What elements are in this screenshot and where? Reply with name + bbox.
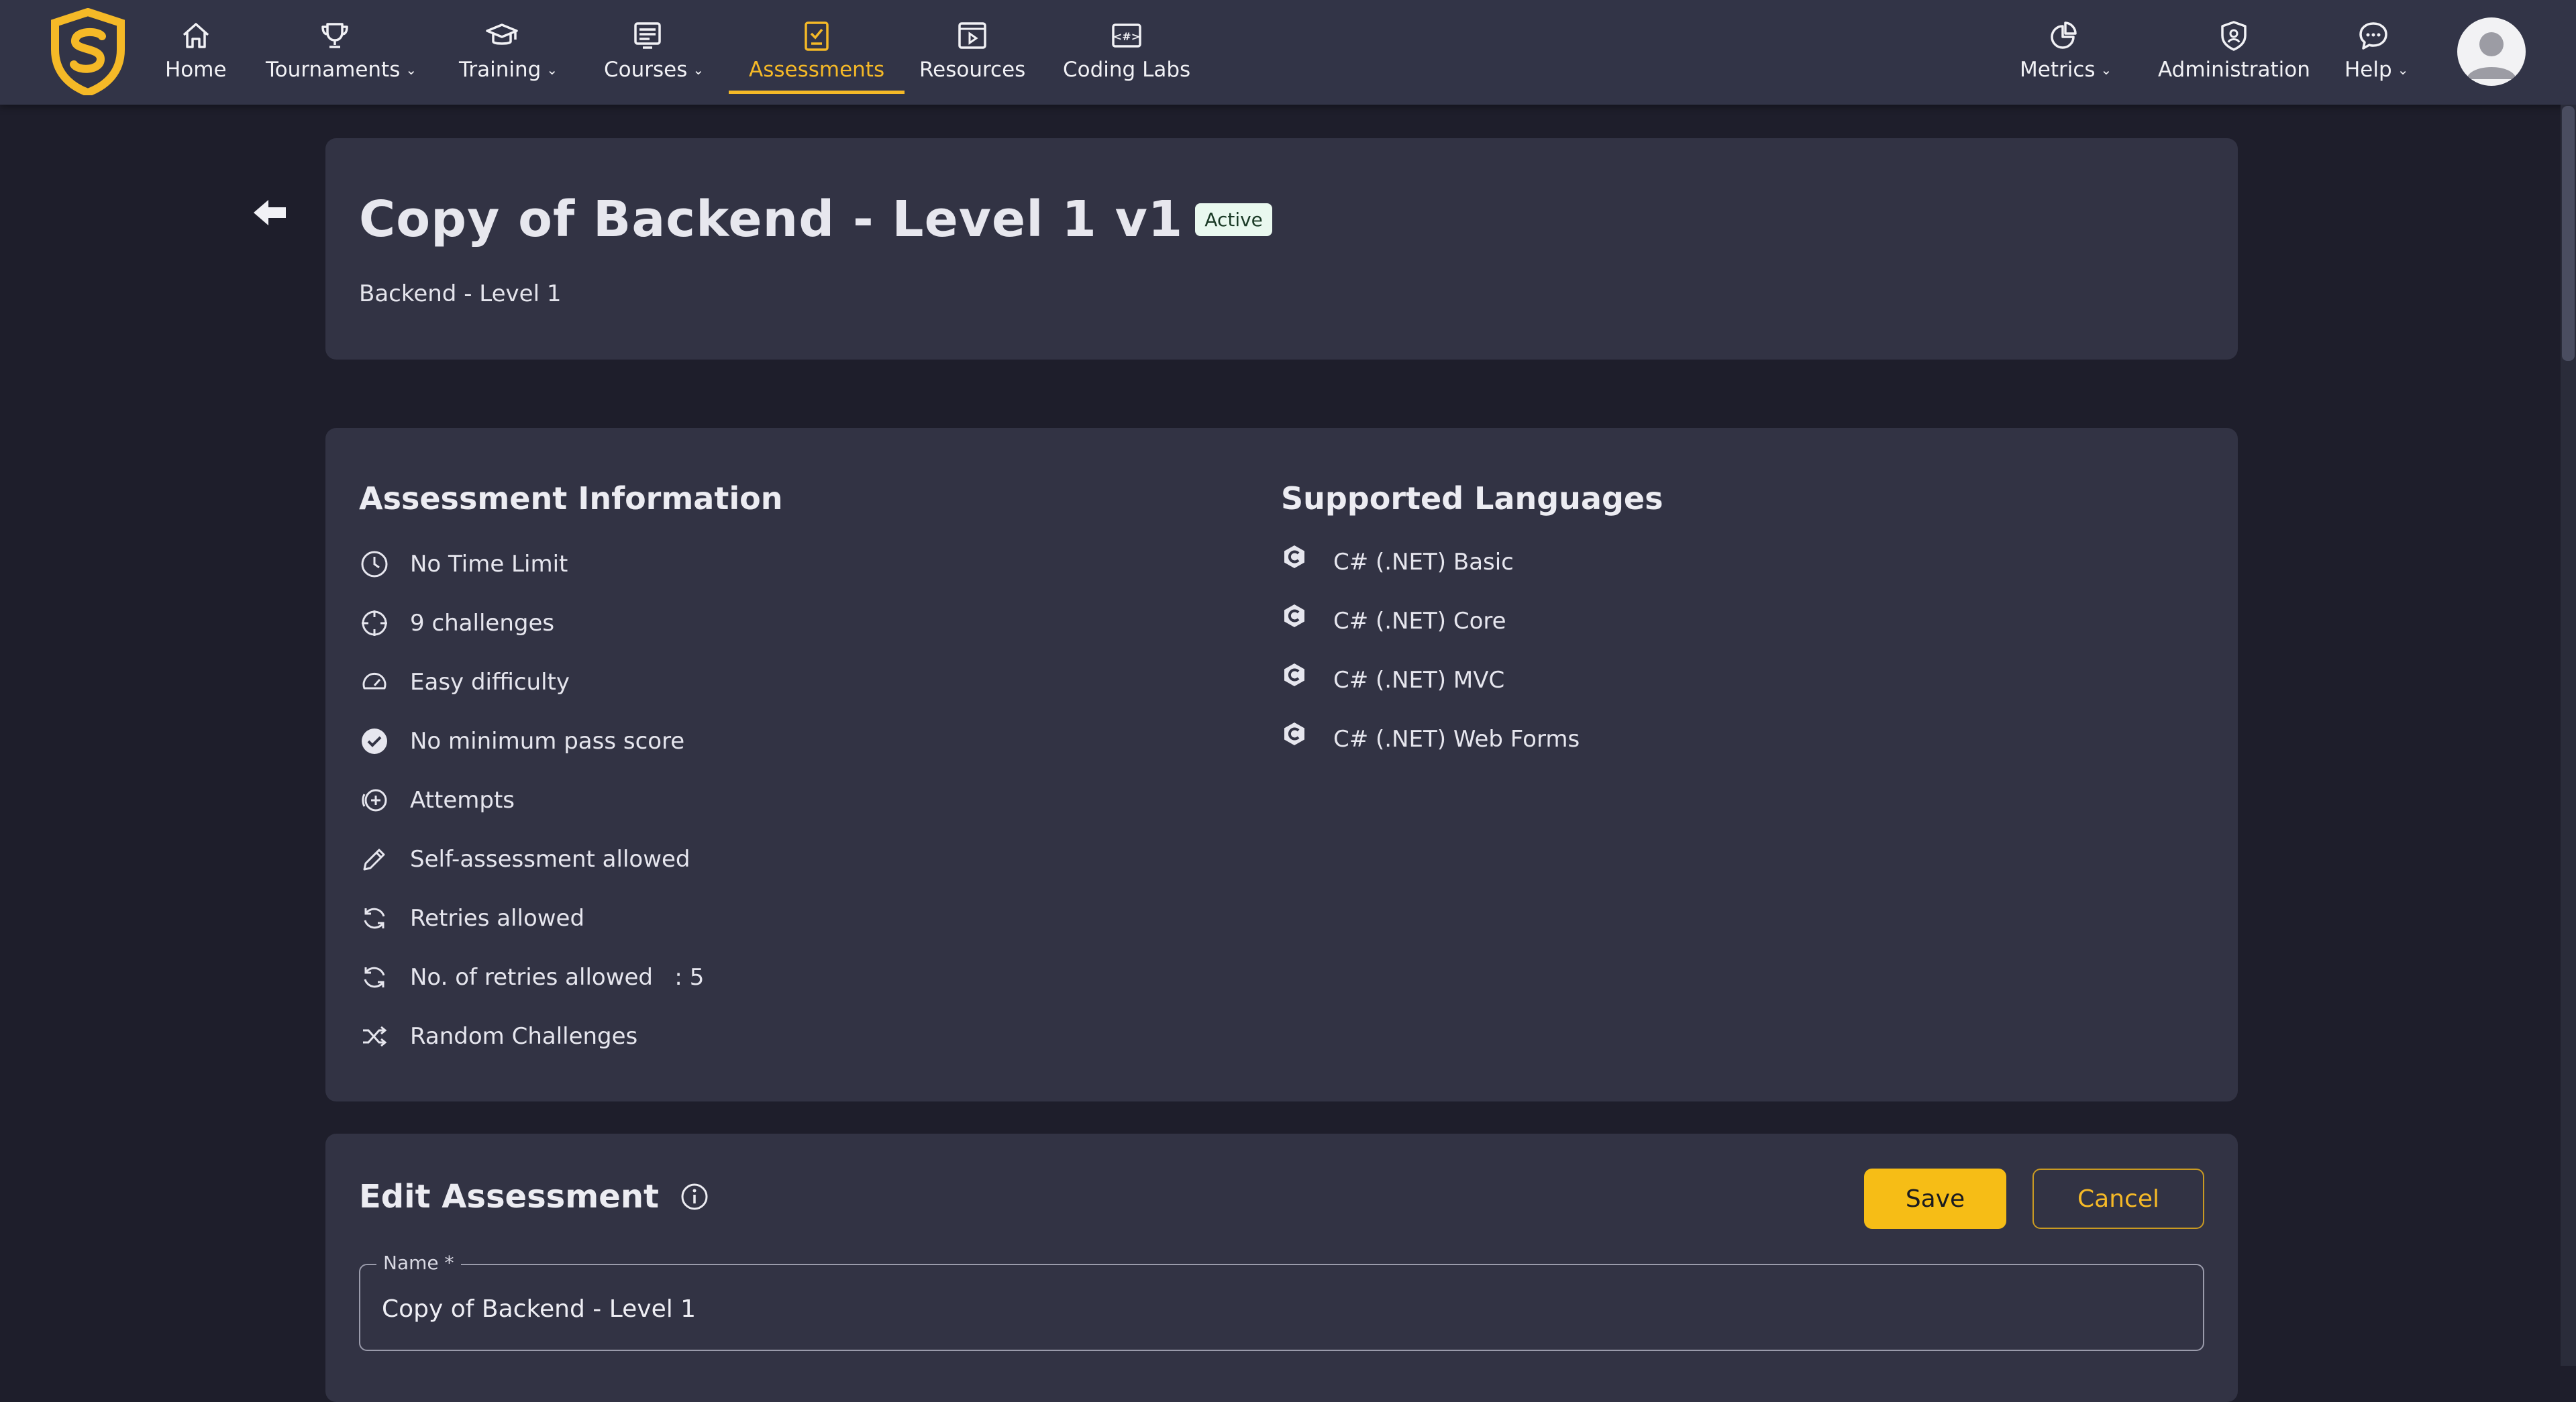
attempts-icon — [359, 785, 390, 816]
code-lab-icon: <#> — [1109, 17, 1145, 54]
svg-text:<#>: <#> — [1113, 30, 1140, 43]
info-challenges-text: 9 challenges — [410, 610, 555, 637]
nav-administration-label: Administration — [2158, 58, 2310, 82]
language-item: C# (.NET) MVC — [1281, 663, 1505, 694]
assessment-info-card: Assessment Information No Time Limit 9 c… — [325, 428, 2238, 1101]
trophy-icon — [317, 17, 353, 54]
refresh-icon — [359, 962, 390, 993]
edit-assessment-title-row: Edit Assessment — [359, 1178, 710, 1216]
edit-assessment-card: Edit Assessment Save Cancel Name * — [325, 1134, 2238, 1402]
logo-shield-icon[interactable] — [48, 7, 127, 97]
nav-assessments[interactable]: Assessments — [729, 17, 905, 94]
status-badge: Active — [1195, 203, 1272, 236]
home-icon — [178, 17, 214, 54]
supported-languages-title: Supported Languages — [1281, 480, 1663, 517]
nav-coding-labs[interactable]: <#> Coding Labs — [1063, 17, 1190, 94]
info-retry-count-text: No. of retries allowed : 5 — [410, 964, 705, 991]
info-time-limit: No Time Limit — [359, 549, 568, 580]
name-field: Name * — [359, 1252, 2204, 1351]
admin-shield-icon — [2216, 17, 2252, 54]
nav-courses[interactable]: Courses ⌄ — [604, 17, 704, 94]
csharp-icon — [1281, 543, 1308, 570]
nav-courses-label: Courses — [604, 58, 688, 82]
save-button[interactable]: Save — [1864, 1169, 2006, 1229]
nav-training[interactable]: Training ⌄ — [459, 17, 558, 94]
info-icon[interactable] — [679, 1181, 710, 1212]
info-attempts-text: Attempts — [410, 787, 515, 814]
nav-tournaments-label: Tournaments — [266, 58, 401, 82]
csharp-icon — [1281, 720, 1308, 747]
top-navbar: Home Tournaments ⌄ Training ⌄ Courses ⌄ Ass… — [0, 0, 2576, 105]
user-avatar[interactable] — [2457, 17, 2526, 86]
language-item: C# (.NET) Basic — [1281, 545, 1514, 576]
nav-home[interactable]: Home — [165, 17, 227, 94]
courses-icon — [629, 17, 666, 54]
name-input[interactable] — [382, 1292, 2180, 1326]
csharp-icon — [1281, 602, 1308, 629]
edit-assessment-title: Edit Assessment — [359, 1178, 659, 1216]
info-attempts: Attempts — [359, 785, 515, 816]
info-difficulty-text: Easy difficulty — [410, 669, 570, 696]
graduation-cap-icon — [484, 17, 520, 54]
nav-resources-label: Resources — [919, 58, 1026, 82]
nav-metrics[interactable]: Metrics ⌄ — [2020, 17, 2112, 94]
language-item-label: C# (.NET) MVC — [1333, 667, 1505, 694]
refresh-icon — [359, 903, 390, 934]
info-time-limit-text: No Time Limit — [410, 551, 568, 578]
language-item-label: C# (.NET) Basic — [1333, 549, 1514, 576]
nav-help[interactable]: Help ⌄ — [2345, 17, 2408, 94]
assessment-header-card: Copy of Backend - Level 1 v1 Active Back… — [325, 138, 2238, 360]
video-play-icon — [954, 17, 990, 54]
speedometer-icon — [359, 667, 390, 698]
language-item-label: C# (.NET) Core — [1333, 608, 1506, 635]
nav-resources[interactable]: Resources — [919, 17, 1025, 94]
assessment-info-title: Assessment Information — [359, 480, 783, 517]
pencil-icon — [359, 844, 390, 875]
nav-assessments-label: Assessments — [749, 58, 885, 82]
nav-training-label: Training — [459, 58, 542, 82]
info-self-assessment: Self-assessment allowed — [359, 844, 690, 875]
chevron-down-icon: ⌄ — [692, 62, 705, 78]
check-circle-icon — [359, 726, 390, 757]
chevron-down-icon: ⌄ — [2100, 62, 2112, 78]
assessment-icon — [798, 17, 835, 54]
clock-icon — [359, 549, 390, 580]
chat-bubble-icon — [2355, 17, 2391, 54]
info-difficulty: Easy difficulty — [359, 667, 570, 698]
language-item: C# (.NET) Core — [1281, 604, 1506, 635]
crosshair-icon — [359, 608, 390, 639]
info-random-challenges: Random Challenges — [359, 1021, 637, 1052]
page-subtitle: Backend - Level 1 — [359, 280, 562, 307]
active-tab-indicator — [729, 91, 905, 94]
nav-administration[interactable]: Administration — [2158, 17, 2310, 94]
info-pass-score: No minimum pass score — [359, 726, 684, 757]
csharp-icon — [1281, 661, 1308, 688]
language-item-label: C# (.NET) Web Forms — [1333, 726, 1580, 753]
chevron-down-icon: ⌄ — [546, 62, 558, 78]
nav-metrics-label: Metrics — [2020, 58, 2096, 82]
info-retry-count: No. of retries allowed : 5 — [359, 962, 704, 993]
info-retries: Retries allowed — [359, 903, 584, 934]
name-field-label: Name * — [376, 1252, 461, 1274]
info-self-assessment-text: Self-assessment allowed — [410, 846, 690, 873]
nav-help-label: Help — [2345, 58, 2392, 82]
info-pass-score-text: No minimum pass score — [410, 728, 685, 755]
info-challenges: 9 challenges — [359, 608, 554, 639]
cancel-button[interactable]: Cancel — [2032, 1169, 2204, 1229]
chevron-down-icon: ⌄ — [2397, 62, 2409, 78]
info-random-challenges-text: Random Challenges — [410, 1023, 638, 1050]
pie-chart-icon — [2045, 17, 2081, 54]
language-item: C# (.NET) Web Forms — [1281, 722, 1580, 753]
info-retries-text: Retries allowed — [410, 905, 585, 932]
scrollbar-thumb[interactable] — [2562, 106, 2575, 361]
chevron-down-icon: ⌄ — [405, 62, 417, 78]
page-title: Copy of Backend - Level 1 v1 — [359, 191, 1184, 248]
back-arrow-icon[interactable] — [251, 196, 289, 229]
nav-coding-labs-label: Coding Labs — [1063, 58, 1191, 82]
nav-tournaments[interactable]: Tournaments ⌄ — [266, 17, 417, 94]
shuffle-icon — [359, 1021, 390, 1052]
nav-home-label: Home — [165, 58, 227, 82]
